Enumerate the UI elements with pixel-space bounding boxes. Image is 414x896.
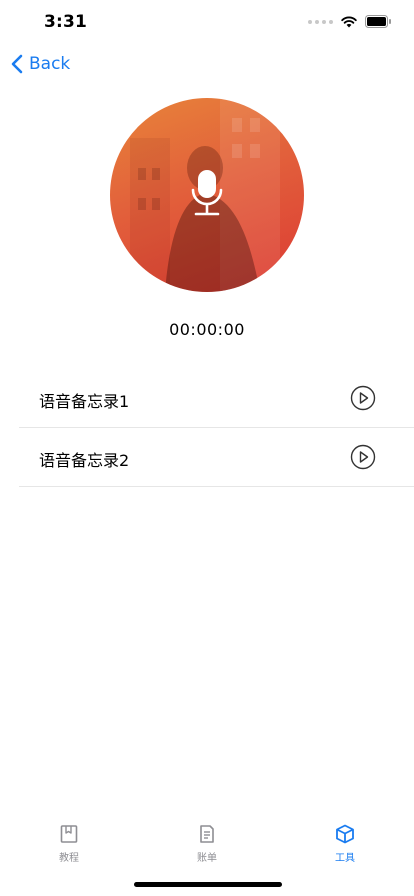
status-icons <box>308 15 392 28</box>
play-icon[interactable] <box>350 385 376 411</box>
tab-tutorial[interactable]: 教程 <box>0 824 138 864</box>
back-label: Back <box>29 54 71 74</box>
document-icon <box>200 825 214 843</box>
microphone-icon <box>191 170 223 216</box>
play-icon[interactable] <box>350 444 376 470</box>
tab-label: 工具 <box>335 853 355 864</box>
recording-timer: 00:00:00 <box>169 320 245 339</box>
memo-label: 语音备忘录1 <box>39 392 130 411</box>
cube-icon <box>336 824 354 844</box>
status-bar: 3:31 <box>0 0 414 44</box>
home-indicator[interactable] <box>134 882 282 887</box>
status-time: 3:31 <box>44 12 88 32</box>
tab-bills[interactable]: 账单 <box>138 824 276 864</box>
list-item[interactable]: 语音备忘录2 <box>19 428 414 487</box>
signal-icon <box>308 19 333 24</box>
memo-list: 语音备忘录1 语音备忘录2 <box>19 369 414 487</box>
tab-tools[interactable]: 工具 <box>276 824 414 864</box>
wifi-icon <box>341 16 357 27</box>
tab-label: 账单 <box>197 853 217 864</box>
chevron-left-icon <box>11 54 23 74</box>
back-button[interactable]: Back <box>11 54 70 74</box>
battery-icon <box>365 15 391 28</box>
memo-label: 语音备忘录2 <box>39 451 130 470</box>
record-button[interactable] <box>110 98 304 292</box>
book-icon <box>60 825 78 843</box>
list-item[interactable]: 语音备忘录1 <box>19 369 414 428</box>
tab-label: 教程 <box>59 853 79 864</box>
